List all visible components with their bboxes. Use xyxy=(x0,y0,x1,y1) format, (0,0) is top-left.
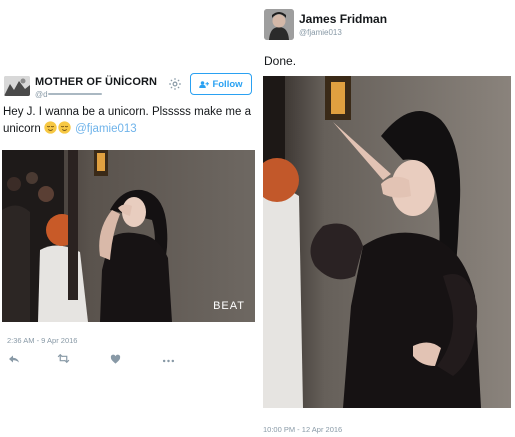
tweet-text: Done. xyxy=(264,54,297,68)
left-tweet: MOTHER OF ÜNİCORN @d Follow Hey J. I wan… xyxy=(0,0,258,437)
like-icon[interactable] xyxy=(110,352,124,366)
tweet-photo[interactable]: BEAT xyxy=(2,150,255,322)
right-tweet: James Fridman @fjamie013 Done. 10:00 PM … xyxy=(258,0,515,437)
photo-watermark: BEAT xyxy=(213,300,245,312)
mention-link[interactable]: @fjamie013 xyxy=(75,123,137,135)
add-user-icon xyxy=(199,80,210,88)
follow-button[interactable]: Follow xyxy=(190,73,252,95)
tweet-photo[interactable] xyxy=(263,76,511,408)
display-name[interactable]: MOTHER OF ÜNİCORN xyxy=(35,76,157,88)
timestamp[interactable]: 2:36 AM - 9 Apr 2016 xyxy=(7,336,77,345)
relieved-face-icon xyxy=(44,121,57,134)
handle[interactable]: @fjamie013 xyxy=(299,28,342,37)
redacted-handle-bar xyxy=(48,93,102,95)
avatar[interactable] xyxy=(264,9,294,40)
more-icon[interactable] xyxy=(162,352,176,366)
follow-label: Follow xyxy=(212,78,243,90)
retweet-icon[interactable] xyxy=(57,352,71,366)
gear-icon[interactable] xyxy=(168,77,182,91)
relieved-face-icon xyxy=(58,121,71,134)
tweet-actions xyxy=(0,352,258,368)
handle[interactable]: @d xyxy=(35,90,48,99)
reply-icon[interactable] xyxy=(8,352,22,366)
tweet-text: Hey J. I wanna be a unicorn. Plsssss mak… xyxy=(3,104,257,138)
avatar[interactable] xyxy=(4,76,30,96)
timestamp[interactable]: 10:00 PM - 12 Apr 2016 xyxy=(263,425,342,434)
display-name[interactable]: James Fridman xyxy=(299,12,387,26)
